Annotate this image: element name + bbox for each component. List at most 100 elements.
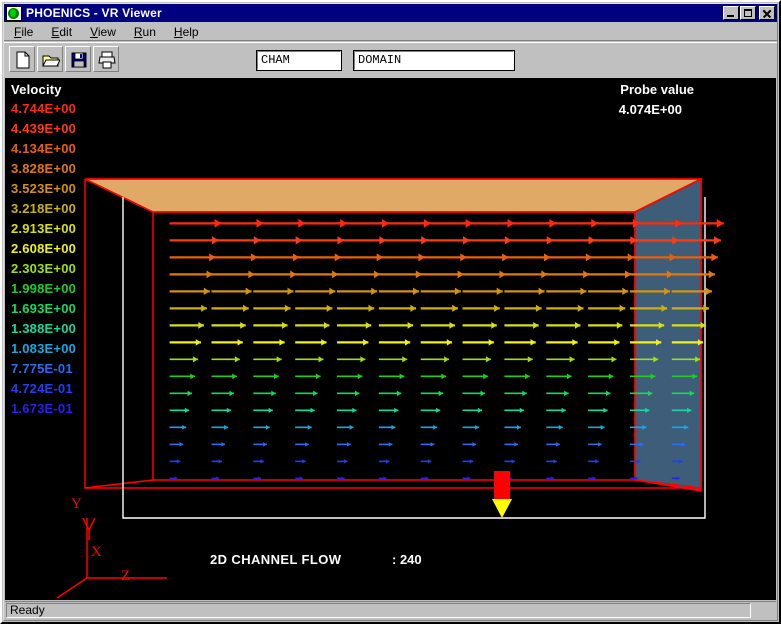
velocity-vector-head [569, 356, 575, 363]
axis-label-x: X [91, 544, 102, 560]
velocity-vector-head [472, 442, 477, 447]
velocity-vector-head [469, 459, 474, 464]
flow-field-render: Y X Z [56, 177, 724, 599]
velocity-vector-head [577, 304, 584, 312]
velocity-vector-head [611, 356, 617, 363]
axis-label-z: Z [121, 568, 130, 584]
legend-entry: 2.913E+00 [11, 221, 77, 236]
velocity-vector-head [265, 424, 270, 430]
velocity-vector-head [488, 339, 494, 346]
slab-outline [122, 197, 706, 519]
velocity-vector-head [603, 407, 608, 413]
new-file-icon [16, 51, 30, 69]
velocity-vector-head [184, 407, 190, 413]
velocity-vector-head [221, 442, 226, 447]
velocity-vector-head [357, 373, 363, 380]
velocity-vector-head [310, 407, 315, 413]
velocity-vector-head [402, 356, 408, 363]
velocity-vector-head [329, 287, 336, 296]
velocity-vector-head [616, 321, 623, 329]
velocity-vector-head [315, 373, 321, 380]
close-button[interactable] [759, 6, 775, 20]
velocity-vector-head [558, 424, 563, 430]
velocity-vector-head [365, 321, 372, 329]
velocity-vector-head [564, 390, 569, 397]
save-file-button[interactable] [65, 46, 91, 72]
velocity-vector-head [477, 407, 483, 413]
velocity-vector-head [496, 287, 503, 296]
open-file-button[interactable] [37, 46, 63, 72]
velocity-vector-head [511, 459, 515, 464]
velocity-vector-head [242, 304, 249, 312]
axis-label-y: Y [71, 496, 82, 512]
velocity-vector-head [566, 373, 572, 380]
velocity-vector-head [614, 339, 620, 346]
print-button[interactable] [93, 46, 119, 72]
new-file-button[interactable] [9, 46, 35, 72]
velocity-vector-head [595, 459, 599, 464]
menu-item-view[interactable]: View [82, 24, 124, 40]
velocity-vector-head [600, 424, 605, 430]
velocity-vector-head [446, 339, 453, 346]
title-bar: PHOENICS - VR Viewer [4, 4, 777, 22]
printer-icon [98, 51, 116, 69]
velocity-vector-head [388, 442, 393, 447]
velocity-vector-head [619, 304, 626, 312]
velocity-vector-head [454, 287, 461, 296]
velocity-vector-head [190, 373, 196, 380]
velocity-vector-head [483, 373, 488, 380]
menu-item-run[interactable]: Run [126, 24, 164, 40]
velocity-vector-head [430, 442, 435, 447]
velocity-vector-head [394, 407, 399, 413]
probe-marker[interactable] [492, 471, 512, 518]
menu-item-file[interactable]: File [6, 24, 41, 40]
velocity-vector-head [391, 424, 396, 430]
minimize-button[interactable] [723, 6, 739, 20]
velocity-vector-head [354, 390, 360, 397]
toolbar: CHAM DOMAIN [4, 42, 777, 76]
velocity-vector-head [444, 356, 450, 363]
velocity-vector-head [234, 356, 240, 363]
legend-entry: 1.673E-01 [11, 401, 73, 416]
velocity-vector-head [527, 356, 533, 363]
velocity-vector-head [485, 356, 491, 363]
menu-item-edit[interactable]: Edit [43, 24, 80, 40]
velocity-vector-head [533, 321, 539, 329]
velocity-vector-head [305, 442, 309, 447]
object-name-field[interactable]: DOMAIN [353, 50, 515, 71]
velocity-vector-head [608, 373, 614, 380]
velocity-vector-head [198, 321, 204, 329]
case-name-field[interactable]: CHAM [256, 50, 342, 71]
legend-entry: 3.828E+00 [11, 161, 77, 176]
velocity-vector-head [326, 304, 333, 312]
velocity-vector-head [606, 390, 611, 397]
maximize-button[interactable] [740, 6, 756, 20]
velocity-vector-head [494, 304, 500, 312]
velocity-vector-head [263, 442, 267, 447]
menu-item-help[interactable]: Help [166, 24, 207, 40]
legend-entry: 1.083E+00 [11, 341, 77, 356]
velocity-vector-head [438, 390, 444, 397]
legend-entry: 2.608E+00 [11, 241, 77, 256]
legend-entry: 4.744E+00 [11, 101, 77, 116]
velocity-vector-head [363, 339, 369, 346]
legend-title: Velocity [11, 82, 62, 97]
legend-entry: 4.439E+00 [11, 121, 77, 136]
legend-entry: 1.693E+00 [11, 301, 77, 316]
viewer-canvas[interactable]: Y X Z Velocity 4.744E+00 4.439E+00 4.134E+… [5, 78, 776, 600]
velocity-colorbar: 4.744E+00 4.439E+00 4.134E+00 3.828E+00 3.52… [11, 99, 106, 419]
phoenics-globe-icon [6, 5, 22, 21]
velocity-vector-head [260, 459, 264, 464]
velocity-vector-head [522, 390, 527, 397]
velocity-vector-head [237, 339, 243, 346]
velocity-vector-head [525, 373, 530, 380]
status-bar: Ready [5, 601, 776, 619]
velocity-vector-head [396, 390, 402, 397]
axis-triad [56, 517, 167, 599]
velocity-vector-head [203, 287, 210, 296]
velocity-vector-head [226, 407, 231, 413]
velocity-vector-head [556, 442, 560, 447]
velocity-vector-head [580, 287, 587, 296]
velocity-vector-head [274, 373, 279, 380]
velocity-vector-head [441, 373, 447, 380]
